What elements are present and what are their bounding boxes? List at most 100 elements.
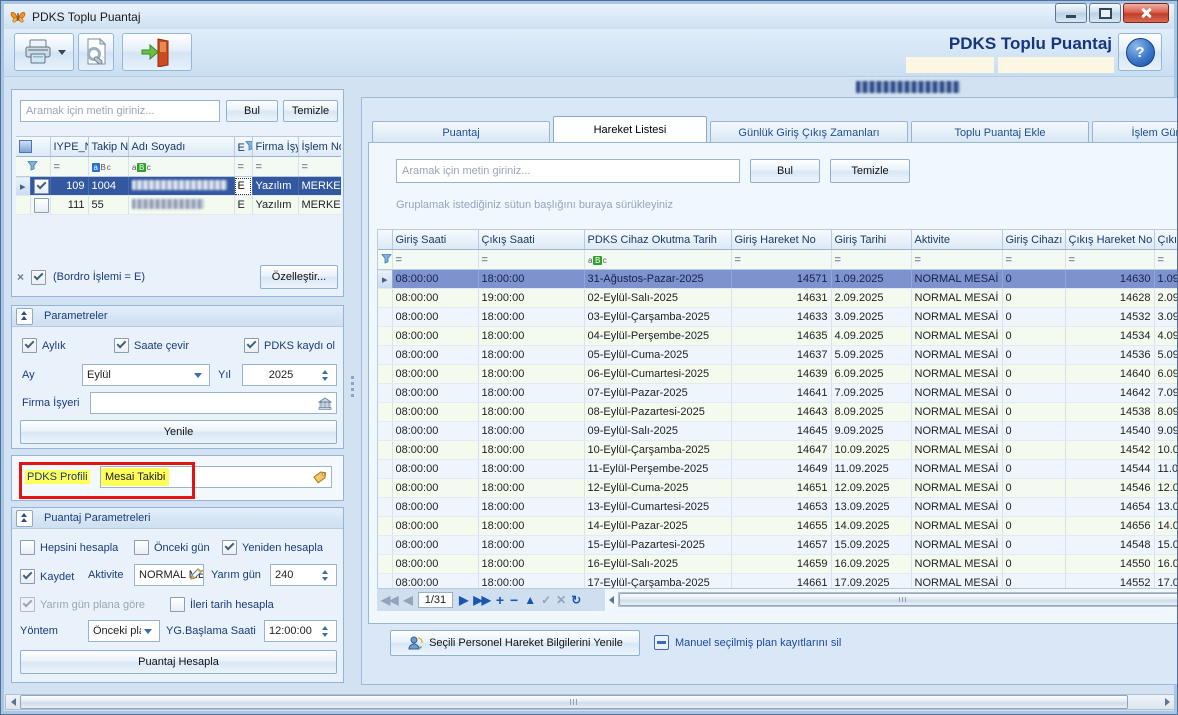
title-bar[interactable]: PDKS Toplu Puantaj <box>4 4 1174 29</box>
personnel-row[interactable]: ▸1091004EYazılımMERKEZ <box>16 177 341 196</box>
group-by-hint[interactable]: Gruplamak istediğiniz sütun başlığını bu… <box>396 199 673 211</box>
close-button[interactable] <box>1123 3 1169 23</box>
equals-operator-icon[interactable]: = <box>1006 254 1012 266</box>
spinner-arrows-icon[interactable] <box>319 626 332 637</box>
yeniden-hesapla-checkbox[interactable]: Yeniden hesapla <box>222 540 323 555</box>
bank-building-icon[interactable] <box>318 397 332 410</box>
movement-row[interactable]: 08:00:0018:00:0012-Eylül-Cuma-2025146511… <box>378 479 1178 498</box>
help-button[interactable] <box>1118 33 1162 71</box>
ay-combobox[interactable]: Eylül <box>82 364 210 386</box>
abc-filter-icon[interactable]: aBc <box>92 161 112 173</box>
movement-row[interactable]: 08:00:0018:00:0011-Eylül-Perşembe-202514… <box>378 460 1178 479</box>
chevron-down-icon[interactable] <box>191 373 205 378</box>
aktivite-field[interactable]: NORMAL MESAİ <box>134 564 204 586</box>
tab-gunluk-giris-cikis[interactable]: Günlük Giriş Çıkış Zamanları <box>710 121 908 143</box>
column-header[interactable]: Aktivite <box>911 230 1002 250</box>
yarim-gun-spinner[interactable]: 240 <box>270 564 337 586</box>
column-header[interactable]: IYPE_NO <box>50 137 88 157</box>
panel-splitter[interactable] <box>348 89 357 683</box>
minimize-button[interactable] <box>1055 3 1087 23</box>
saate-cevir-checkbox[interactable]: Saate çevir <box>114 338 189 353</box>
previous-record-icon[interactable]: ◀ <box>403 593 411 607</box>
movement-row[interactable]: 08:00:0018:00:0004-Eylül-Perşembe-202514… <box>378 327 1178 346</box>
column-header[interactable]: Takip No <box>88 137 128 157</box>
filter-funnel-icon[interactable] <box>27 160 38 171</box>
find-button[interactable]: Bul <box>750 159 820 183</box>
column-header[interactable]: PDKS Cihaz Okutma Tarih <box>584 230 731 250</box>
refresh-data-icon[interactable]: ↻ <box>571 593 580 607</box>
clear-button[interactable]: Temizle <box>283 100 338 122</box>
find-button[interactable]: Bul <box>226 100 278 122</box>
edit-pencil-icon[interactable] <box>189 567 202 581</box>
pdks-kaydi-checkbox[interactable]: PDKS kaydı ol <box>244 338 335 353</box>
refresh-button[interactable]: Yenile <box>20 420 337 444</box>
cancel-edit-icon[interactable]: ✕ <box>556 593 565 607</box>
column-header[interactable]: Çıkış Saati <box>478 230 584 250</box>
last-record-icon[interactable]: ▶▶ <box>473 593 489 607</box>
chevron-down-icon[interactable] <box>141 629 155 634</box>
filter-row[interactable]: ==aBc====== <box>378 250 1178 270</box>
filter-enabled-checkbox[interactable] <box>31 270 46 285</box>
personnel-search-input[interactable] <box>20 100 220 122</box>
movement-row[interactable]: 08:00:0018:00:0005-Eylül-Cuma-2025146375… <box>378 346 1178 365</box>
movement-row[interactable]: ▸08:00:0018:00:0031-Ağustos-Pazar-202514… <box>378 270 1178 289</box>
firma-isyeri-field[interactable] <box>90 392 337 414</box>
yontem-combobox[interactable]: Önceki plan <box>88 620 160 642</box>
remove-filter-icon[interactable]: × <box>17 270 24 284</box>
exit-button[interactable] <box>122 33 192 71</box>
select-all-checkbox[interactable] <box>16 137 50 157</box>
column-header[interactable]: Giriş Cihazı <box>1002 230 1065 250</box>
movement-row[interactable]: 08:00:0018:00:0008-Eylül-Pazartesi-20251… <box>378 403 1178 422</box>
delete-record-icon[interactable]: − <box>510 592 518 608</box>
append-record-icon[interactable]: + <box>496 592 504 608</box>
movement-row[interactable]: 08:00:0018:00:0015-Eylül-Pazartesi-20251… <box>378 536 1178 555</box>
maximize-button[interactable] <box>1089 3 1121 23</box>
abc-filter-icon[interactable]: aBc <box>588 254 608 266</box>
scroll-left-icon[interactable] <box>609 596 614 604</box>
equals-operator-icon[interactable]: = <box>238 161 244 173</box>
movement-row[interactable]: 08:00:0019:00:0002-Eylül-Salı-2025146312… <box>378 289 1178 308</box>
kaydet-checkbox[interactable]: Kaydet <box>20 569 74 584</box>
row-checkbox[interactable] <box>34 198 49 213</box>
tab-puantaj[interactable]: Puantaj <box>372 121 550 143</box>
print-settings-button[interactable] <box>78 33 114 71</box>
column-header[interactable]: Adı Soyadı <box>128 137 234 157</box>
clear-button[interactable]: Temizle <box>830 159 910 183</box>
column-header-e[interactable]: E <box>234 137 252 157</box>
hepsini-hesapla-checkbox[interactable]: Hepsini hesapla <box>20 540 118 555</box>
customize-button[interactable]: Özelleştir... <box>260 265 338 289</box>
movement-row[interactable]: 08:00:0018:00:0014-Eylül-Pazar-202514655… <box>378 517 1178 536</box>
window-horizontal-scrollbar[interactable] <box>5 694 1175 710</box>
pdks-profile-field[interactable]: Mesai Takibi <box>100 466 332 488</box>
movement-row[interactable]: 08:00:0018:00:0007-Eylül-Pazar-202514641… <box>378 384 1178 403</box>
print-button[interactable] <box>14 33 74 71</box>
collapse-icon[interactable] <box>16 510 33 527</box>
edit-record-icon[interactable]: ▲ <box>524 593 535 607</box>
equals-operator-icon[interactable]: = <box>482 254 488 266</box>
ileri-tarih-hesapla-checkbox[interactable]: İleri tarih hesapla <box>170 597 274 612</box>
tag-icon[interactable] <box>313 470 328 484</box>
equals-operator-icon[interactable]: = <box>1158 254 1164 266</box>
scrollbar-thumb[interactable] <box>619 593 1178 606</box>
next-record-icon[interactable]: ▶ <box>459 593 467 607</box>
first-record-icon[interactable]: ◀◀ <box>381 593 397 607</box>
tab-islem-gunlugu[interactable]: İşlem Günlüğü <box>1092 121 1178 143</box>
column-header[interactable]: İşlem No <box>298 137 341 157</box>
aylik-checkbox[interactable]: Aylık <box>22 338 66 353</box>
filter-row[interactable]: =aBcaBc=== <box>16 157 341 177</box>
column-header[interactable]: Çıkış Hareket No <box>1065 230 1154 250</box>
refresh-selected-personnel-button[interactable]: Seçili Personel Hareket Bilgilerini Yeni… <box>390 630 640 656</box>
equals-operator-icon[interactable]: = <box>735 254 741 266</box>
equals-operator-icon[interactable]: = <box>396 254 402 266</box>
equals-operator-icon[interactable]: = <box>302 161 308 173</box>
tab-toplu-puantaj-ekle[interactable]: Toplu Puantaj Ekle <box>911 121 1089 143</box>
movement-row[interactable]: 08:00:0018:00:0010-Eylül-Çarşamba-202514… <box>378 441 1178 460</box>
filter-funnel-icon[interactable] <box>245 140 252 151</box>
column-header[interactable]: Firma İşyeri <box>252 137 298 157</box>
equals-operator-icon[interactable]: = <box>835 254 841 266</box>
scroll-right-icon[interactable] <box>1160 695 1174 709</box>
filter-funnel-icon[interactable] <box>381 253 392 264</box>
column-header[interactable]: Giriş Saati <box>392 230 478 250</box>
column-header[interactable]: Giriş Tarihi <box>831 230 911 250</box>
equals-operator-icon[interactable]: = <box>256 161 262 173</box>
